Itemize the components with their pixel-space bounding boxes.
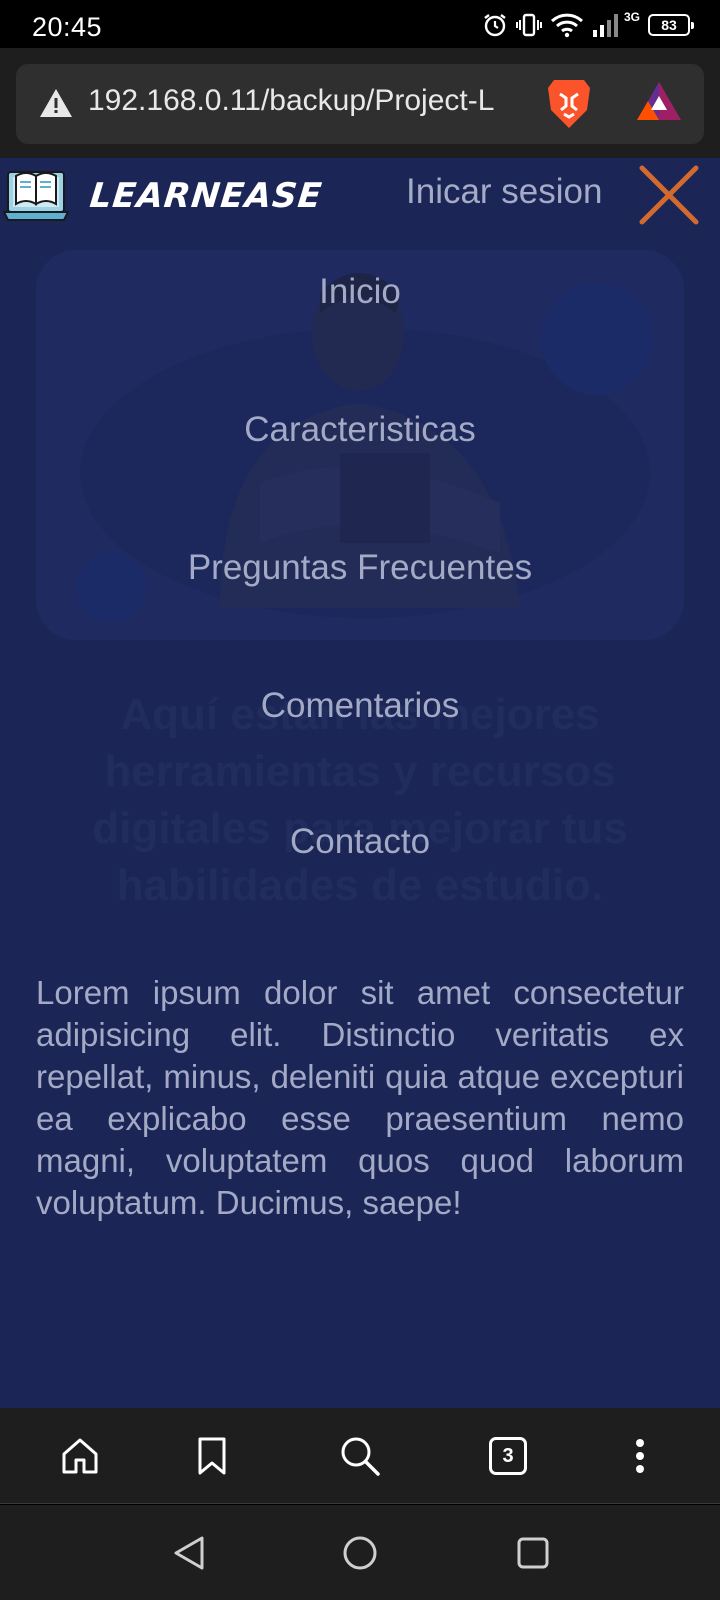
status-bar: 20:45 3G 83 <box>0 0 720 48</box>
vibrate-icon <box>515 12 542 38</box>
web-page: Aquí están las mejores herramientas y re… <box>0 158 720 1408</box>
network-type: 3G <box>623 10 640 24</box>
login-link[interactable]: Inicar sesion <box>406 172 602 212</box>
nav-item-caracteristicas[interactable]: Caracteristicas <box>0 410 720 450</box>
wifi-icon <box>550 12 584 38</box>
status-time: 20:45 <box>32 12 103 42</box>
signal-icon <box>592 12 622 38</box>
bat-rewards-icon[interactable] <box>636 80 682 129</box>
warning-icon[interactable] <box>38 87 74 124</box>
logo-text[interactable]: LEARNEASE <box>88 176 324 216</box>
url-text[interactable]: 192.168.0.11/backup/Project-L <box>88 84 540 118</box>
battery-level: 83 <box>661 17 677 33</box>
laptop-book-logo-icon[interactable] <box>2 164 70 231</box>
body-paragraph: Lorem ipsum dolor sit amet consectetur a… <box>36 974 684 1221</box>
close-icon[interactable] <box>636 162 702 228</box>
home-icon[interactable] <box>58 1434 102 1478</box>
search-icon[interactable] <box>338 1434 382 1478</box>
recents-icon[interactable] <box>516 1535 550 1576</box>
home-circle-icon[interactable] <box>342 1535 378 1576</box>
browser-top-bar: 192.168.0.11/backup/Project-L <box>0 48 720 158</box>
more-icon[interactable] <box>618 1434 662 1478</box>
nav-item-comentarios[interactable]: Comentarios <box>0 686 720 726</box>
back-icon[interactable] <box>172 1535 206 1576</box>
browser-bottom-toolbar: 3 <box>0 1408 720 1504</box>
battery-icon: 83 <box>648 14 694 36</box>
url-bar[interactable]: 192.168.0.11/backup/Project-L <box>16 64 704 144</box>
nav-item-contacto[interactable]: Contacto <box>0 822 720 862</box>
bookmark-icon[interactable] <box>190 1434 234 1478</box>
nav-item-preguntas-frecuentes[interactable]: Preguntas Frecuentes <box>0 548 720 588</box>
android-nav-bar <box>0 1505 720 1600</box>
status-icons: 3G 83 <box>482 10 694 40</box>
tab-count[interactable]: 3 <box>489 1437 527 1475</box>
nav-item-inicio[interactable]: Inicio <box>0 272 720 312</box>
alarm-icon <box>482 12 508 38</box>
brave-lion-icon[interactable] <box>546 76 592 135</box>
tabs-icon[interactable]: 3 <box>486 1434 530 1478</box>
